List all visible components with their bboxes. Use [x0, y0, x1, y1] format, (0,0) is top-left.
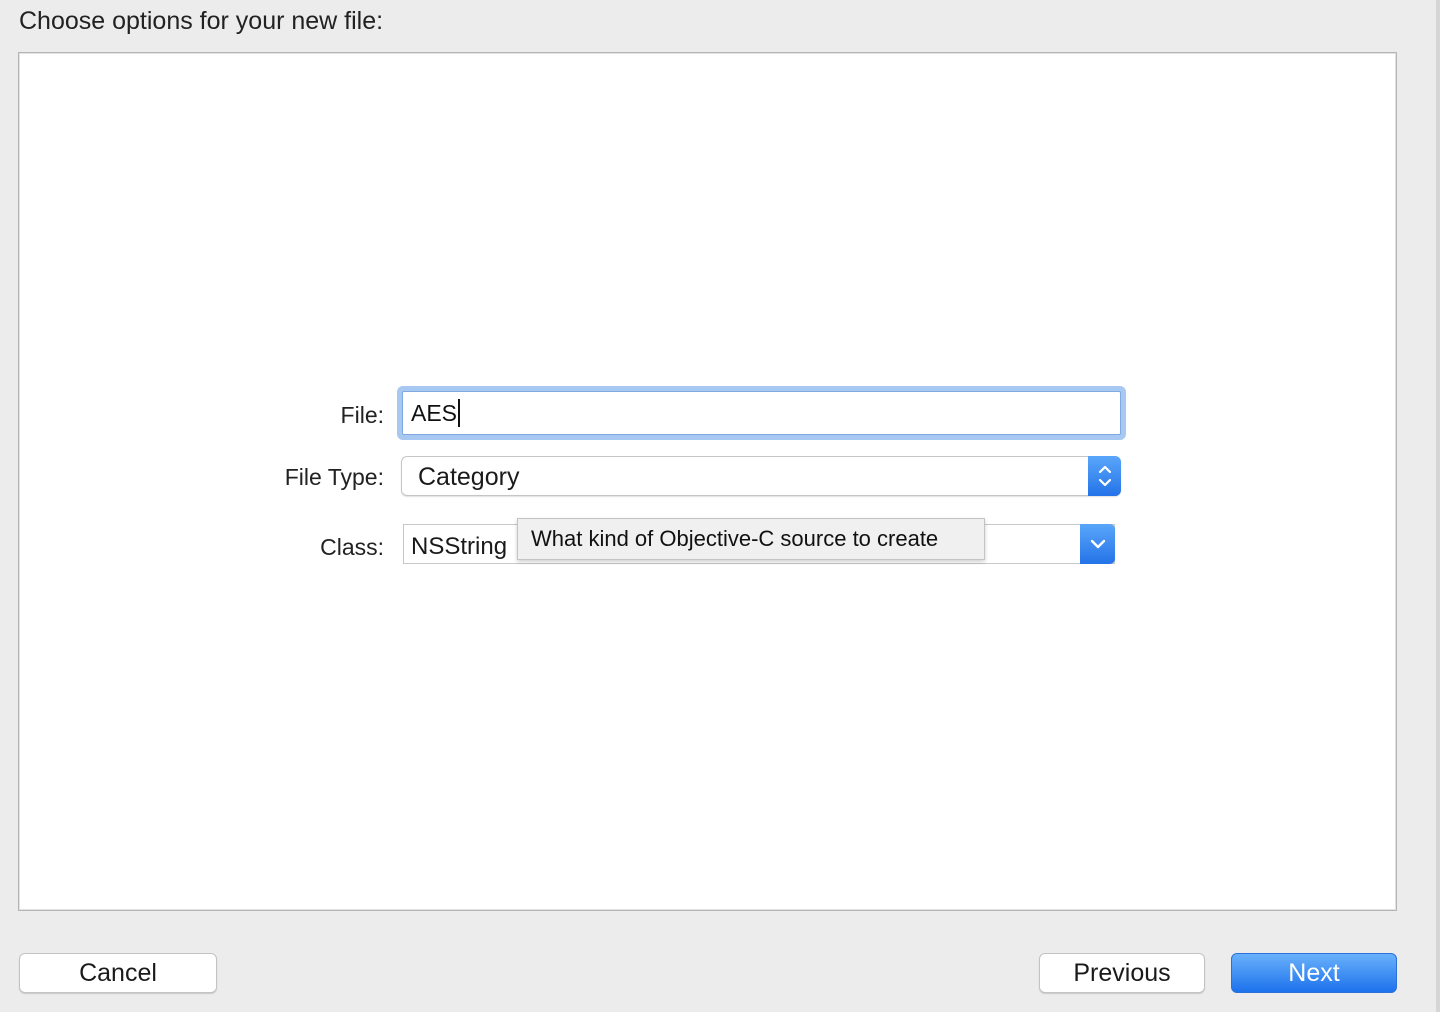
file-type-tooltip: What kind of Objective-C source to creat…	[517, 518, 985, 560]
file-type-label: File Type:	[284, 464, 384, 490]
window-edge	[1436, 0, 1440, 1012]
file-name-value: AES	[411, 399, 458, 426]
class-label: Class:	[320, 534, 384, 560]
next-button[interactable]: Next	[1231, 953, 1397, 993]
new-file-options-dialog: Choose options for your new file: File: …	[0, 0, 1440, 1012]
file-type-value: Category	[418, 463, 520, 491]
text-caret	[458, 399, 461, 427]
cancel-button[interactable]: Cancel	[19, 953, 217, 993]
up-down-chevron-icon[interactable]	[1088, 456, 1121, 496]
file-type-popup[interactable]: Category	[401, 456, 1121, 496]
previous-button[interactable]: Previous	[1039, 953, 1205, 993]
file-label: File:	[340, 402, 384, 428]
chevron-down-icon[interactable]	[1080, 524, 1115, 564]
up-down-chevron-glyph	[1098, 465, 1111, 487]
dialog-heading: Choose options for your new file:	[19, 7, 384, 35]
file-name-input[interactable]: AES	[402, 391, 1121, 435]
class-value[interactable]: NSString	[411, 532, 507, 562]
chevron-down-glyph	[1090, 539, 1105, 549]
file-name-field[interactable]: AES	[397, 386, 1126, 440]
